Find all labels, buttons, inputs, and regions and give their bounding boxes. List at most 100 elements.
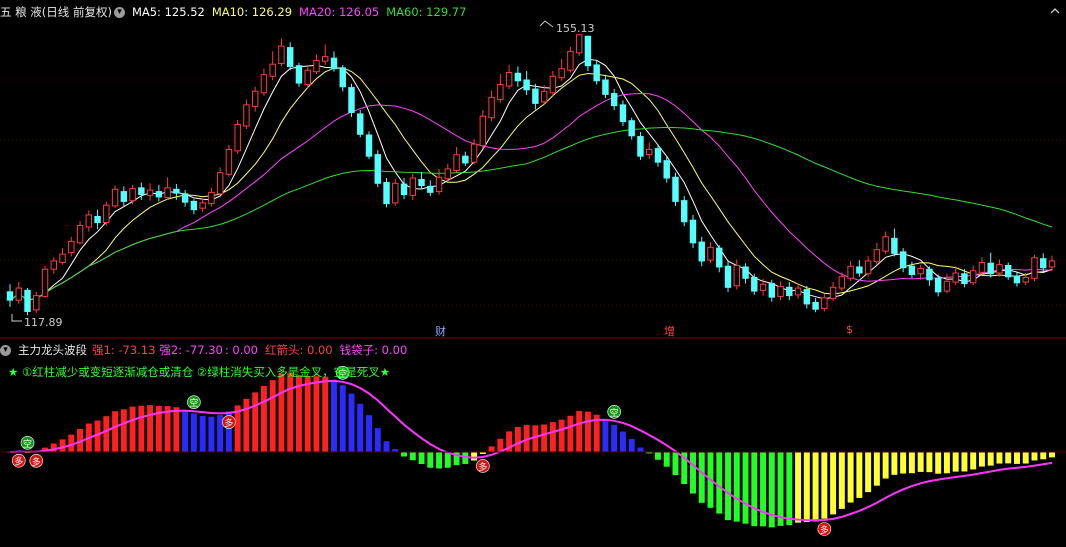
candle-body	[1048, 260, 1056, 268]
candle	[549, 70, 557, 96]
candle-body	[208, 191, 215, 205]
candle-body	[24, 289, 31, 312]
indicator-bar	[716, 452, 723, 514]
candle	[330, 51, 338, 72]
candle-body	[199, 202, 206, 209]
indicator-bar	[873, 452, 880, 486]
indicator-bar	[917, 452, 924, 472]
indicator-bar	[654, 452, 661, 460]
main-panel-header: 五 粮 液(日线 前复权) ▾ MA5: 125.52 MA10: 126.29 MA2…	[0, 4, 473, 20]
candle	[59, 248, 66, 265]
indicator-title[interactable]: 主力龙头波段	[18, 343, 87, 357]
candle	[479, 110, 487, 149]
candle-body	[540, 90, 548, 103]
candle	[365, 131, 373, 160]
candle-body	[146, 189, 154, 196]
candle	[120, 186, 128, 206]
marker-text: 空	[189, 397, 198, 409]
candle-body	[269, 63, 276, 77]
candle	[821, 294, 828, 312]
indicator-bar	[698, 452, 705, 503]
candle-body	[777, 286, 784, 297]
candle-body	[103, 204, 110, 223]
high-price-label: 155.13	[556, 22, 595, 35]
indicator-bar	[331, 379, 337, 452]
indicator-bar	[786, 452, 793, 526]
indicator-bar	[103, 416, 110, 452]
marker-text: 多	[224, 417, 233, 429]
marker-text: 多	[32, 456, 41, 468]
candle	[558, 58, 565, 81]
candle-body	[812, 301, 819, 310]
candle	[768, 279, 776, 302]
candle	[322, 44, 329, 65]
marker-text: 多	[820, 524, 829, 536]
candle-body	[322, 56, 329, 62]
candle	[882, 231, 889, 255]
candle-body	[549, 75, 557, 94]
sub-panel-menu-icon[interactable]: ▾	[0, 345, 11, 356]
collapse-chevron-icon[interactable]	[1050, 6, 1060, 16]
candle-body	[444, 168, 452, 180]
candle-body	[978, 261, 986, 273]
dropdown-chevron-icon[interactable]: ▾	[113, 7, 125, 18]
indicator-bar	[1022, 452, 1029, 464]
indicator-bar	[112, 411, 119, 452]
candle-body	[497, 84, 504, 101]
kong-marker: 空	[20, 435, 35, 450]
candle	[348, 83, 355, 117]
candle	[1013, 272, 1021, 287]
indicator-bar	[1040, 452, 1047, 460]
indicator-bar	[208, 416, 215, 452]
candle	[111, 185, 119, 209]
candle-body	[891, 237, 898, 254]
candle	[584, 35, 592, 71]
stock-chart-canvas[interactable]: 155.13 117.89 多空多空多空多空多	[0, 0, 1066, 547]
candle-body	[707, 246, 714, 261]
candle-body	[50, 260, 57, 270]
candle-body	[987, 262, 994, 275]
candle-body	[610, 93, 618, 107]
candle-body	[794, 287, 802, 296]
indicator-bar	[348, 393, 355, 452]
indicator-bar	[260, 385, 267, 452]
candle-body	[339, 67, 346, 88]
candle	[278, 38, 285, 67]
candle-body	[365, 134, 373, 157]
candle	[76, 220, 84, 245]
indicator-bar	[619, 431, 626, 452]
candle	[567, 46, 574, 73]
candle-body	[821, 297, 828, 309]
candle	[462, 151, 469, 166]
indicator-bar	[611, 424, 618, 452]
candle	[637, 132, 644, 160]
main-title[interactable]: 五 粮 液(日线 前复权)	[0, 5, 112, 19]
candle-body	[645, 148, 653, 156]
event-marker-dollar[interactable]: $	[846, 323, 853, 336]
candle-body	[33, 295, 40, 311]
candle-body	[383, 182, 390, 205]
candle	[392, 178, 399, 206]
ma5-value: MA5: 125.52	[131, 5, 205, 19]
candle	[103, 201, 110, 226]
candle-body	[637, 136, 644, 157]
candle-body	[803, 289, 811, 305]
event-marker-zeng[interactable]: 增	[664, 323, 675, 339]
low-price-pointer	[11, 314, 22, 322]
candle-body	[628, 120, 635, 137]
candle-body	[663, 160, 670, 179]
indicator-bar	[1049, 452, 1055, 458]
indicator-bar	[584, 411, 591, 452]
candle-body	[129, 188, 136, 202]
candle-body	[1040, 258, 1047, 269]
candle	[208, 187, 215, 207]
candle	[68, 236, 75, 257]
candle	[733, 259, 740, 290]
candle-body	[418, 179, 425, 187]
indicator-bar	[514, 426, 521, 452]
indicator-bar	[733, 452, 740, 522]
candle	[50, 257, 57, 274]
candle	[917, 264, 924, 280]
candle-body	[514, 72, 522, 82]
event-marker-cai[interactable]: 财	[435, 323, 446, 339]
